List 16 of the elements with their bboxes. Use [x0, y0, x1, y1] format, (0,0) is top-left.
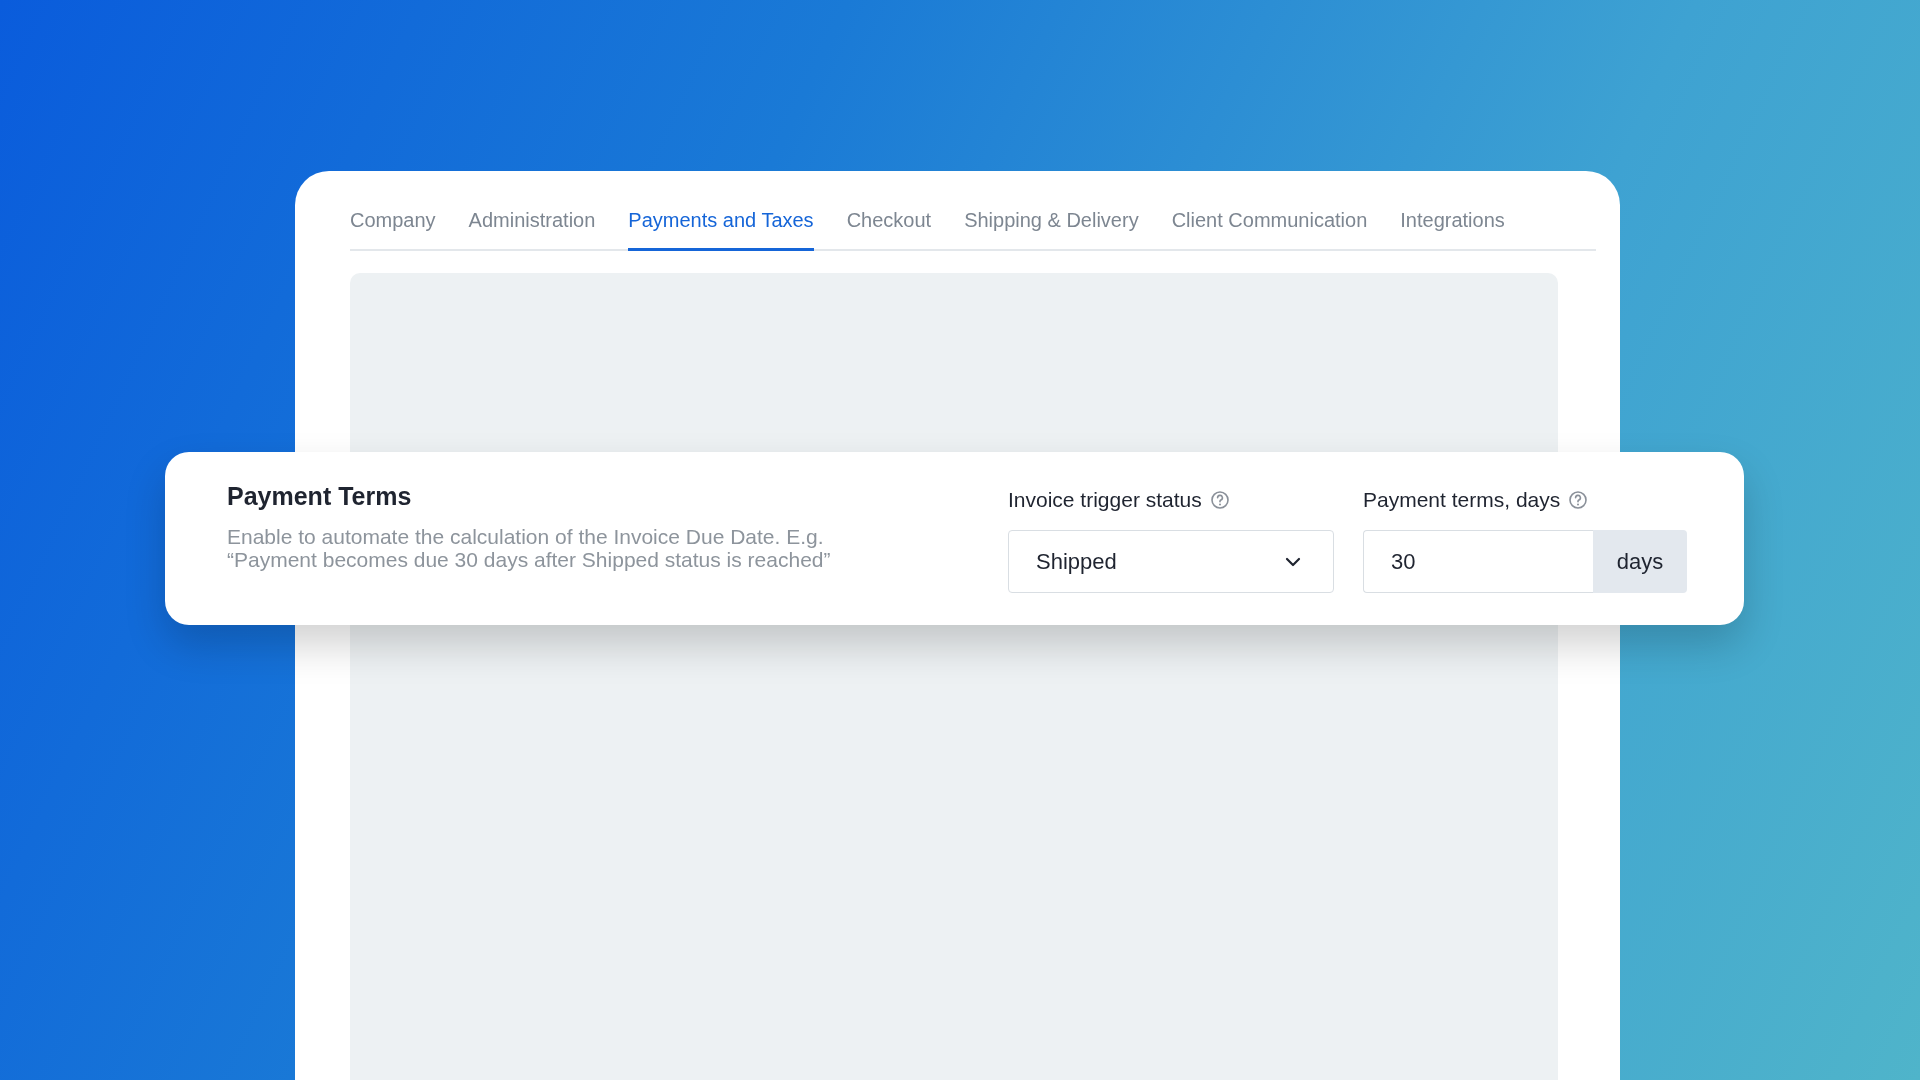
help-icon[interactable]	[1209, 490, 1230, 510]
settings-tab[interactable]: Client Communication	[1171, 199, 1368, 251]
field-label: Payment terms, days	[1363, 488, 1561, 512]
settings-tab[interactable]: Company	[350, 199, 436, 251]
unit-suffix: days	[1593, 530, 1687, 593]
days-input[interactable]: 30	[1363, 530, 1593, 593]
settings-tab[interactable]: Administration	[468, 199, 596, 251]
settings-tab[interactable]: Integrations	[1400, 199, 1505, 251]
settings-tab[interactable]: Checkout	[846, 199, 932, 251]
settings-tab[interactable]: Payments and Taxes	[628, 199, 814, 251]
help-icon[interactable]	[1568, 490, 1589, 510]
section-title: Payment Terms	[227, 482, 413, 511]
settings-tab[interactable]: Shipping & Delivery	[964, 199, 1139, 251]
field-label: Invoice trigger status	[1008, 488, 1202, 512]
status-dropdown[interactable]: Shipped	[1008, 530, 1334, 593]
section-description: Enable to automate the calculation of the Invoice Due Date. E.g. “Payment becomes due 30 days after Shipped status is reached”	[227, 525, 832, 571]
